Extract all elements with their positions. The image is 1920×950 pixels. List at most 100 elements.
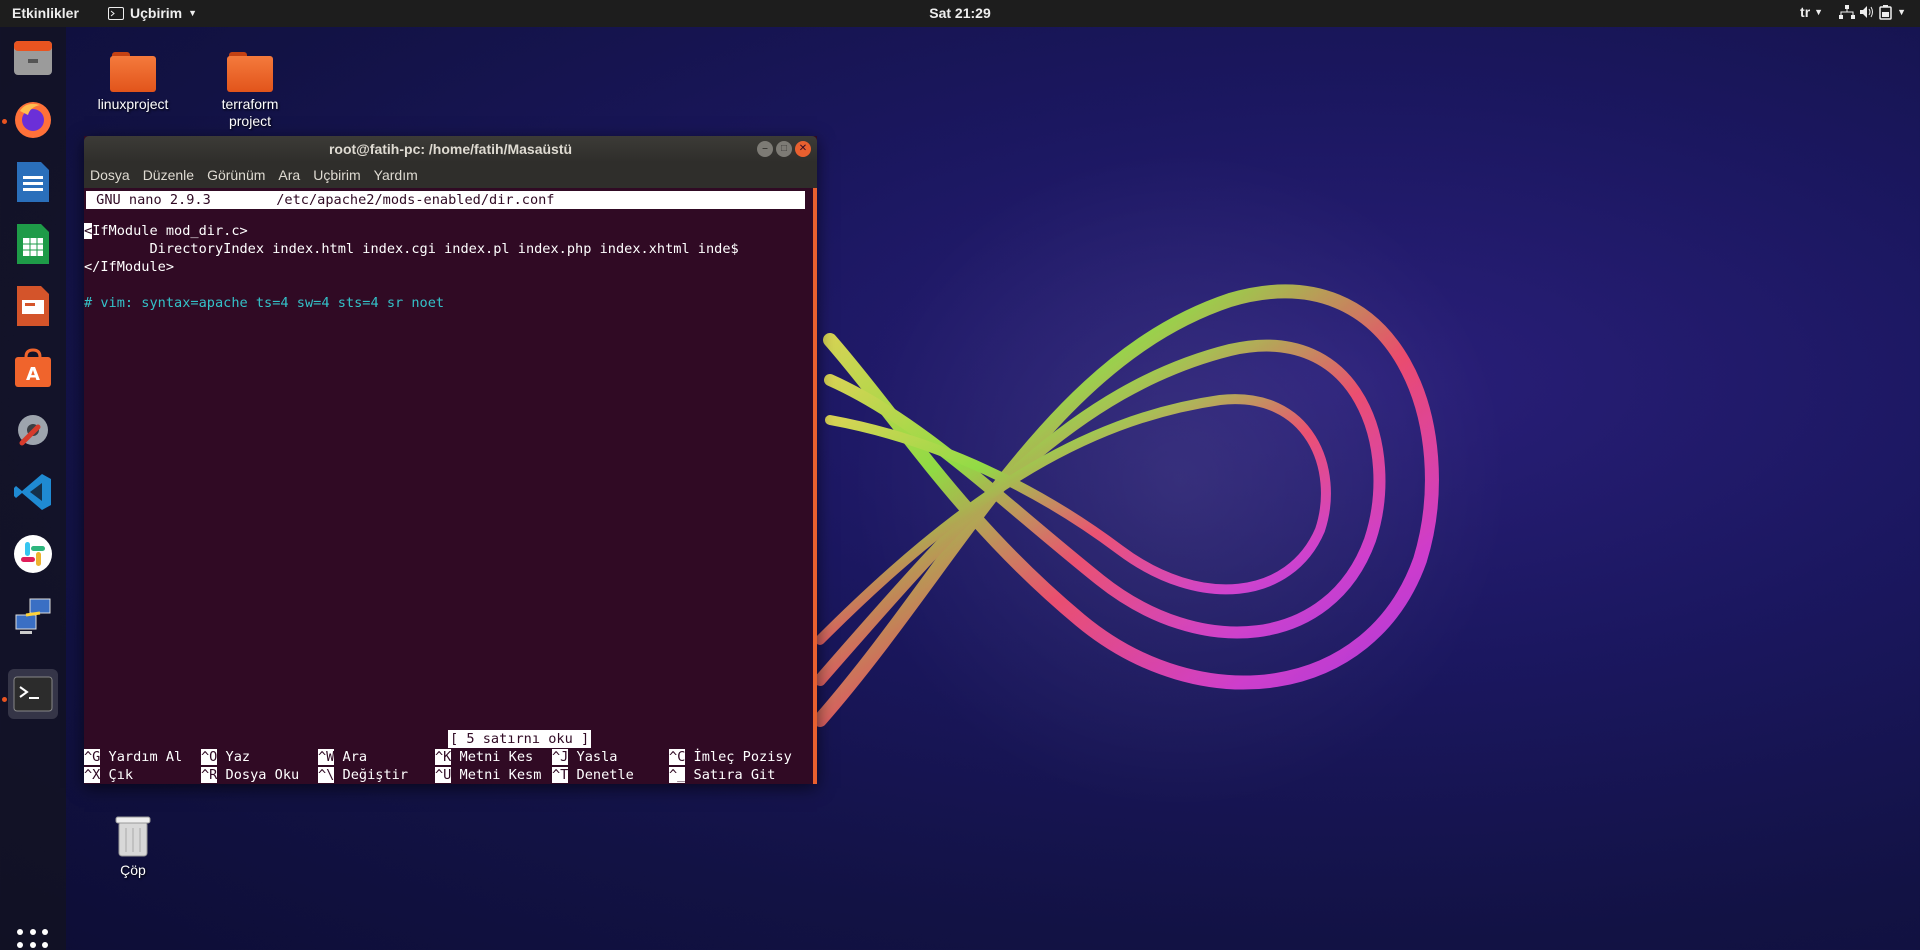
shortcut-goto-line: ^_ Satıra Git: [669, 766, 775, 784]
shortcut-key: ^R: [201, 767, 218, 783]
vscode-icon[interactable]: [8, 467, 58, 517]
shortcut-label: İmleç Pozisy: [685, 749, 792, 765]
chevron-down-icon: ▼: [1814, 7, 1824, 17]
terminal-window[interactable]: root@fatih-pc: /home/fatih/Masaüstü – □ …: [84, 136, 817, 784]
system-menu[interactable]: ▼: [1839, 4, 1906, 20]
window-edge: [813, 188, 817, 784]
top-bar: Etkinlikler Uçbirim ▼ Sat 21:29 tr ▼ ▼: [0, 0, 1920, 27]
shortcut-key: ^U: [435, 767, 452, 783]
impress-icon[interactable]: [8, 281, 58, 331]
chevron-down-icon: ▼: [188, 8, 198, 18]
file-line-comment: # vim: syntax=apache ts=4 sw=4 sts=4 sr …: [84, 295, 445, 311]
terminal-app-icon: [13, 676, 53, 712]
clock[interactable]: Sat 21:29: [929, 5, 990, 21]
shortcut-key: ^K: [435, 749, 452, 765]
shortcut-read-file: ^R Dosya Oku: [201, 766, 299, 784]
system-tray: tr ▼ ▼: [1800, 4, 1906, 20]
desktop-icon-label: Çöp: [120, 862, 146, 878]
menu-ucbirim[interactable]: Uçbirim: [313, 167, 360, 183]
battery-icon: [1879, 5, 1892, 20]
shortcut-label: Yasla: [568, 749, 618, 765]
shortcut-help: ^G Yardım Al: [84, 748, 182, 766]
shortcut-uncut: ^U Metni Kesm: [435, 766, 541, 784]
slack-logo-icon: [14, 535, 52, 573]
maximize-button[interactable]: □: [776, 141, 792, 157]
desktop-folder-terraform[interactable]: terraform project: [202, 52, 298, 130]
ubuntu-software-icon: A: [15, 348, 51, 387]
language-indicator[interactable]: tr ▼: [1800, 4, 1823, 20]
desktop-icon-label: terraform project: [221, 96, 279, 129]
menu-duzenle[interactable]: Düzenle: [143, 167, 194, 183]
shortcut-key: ^X: [84, 767, 101, 783]
firefox-icon[interactable]: [8, 95, 58, 145]
calc-icon[interactable]: [8, 219, 58, 269]
minimize-button[interactable]: –: [757, 141, 773, 157]
shortcut-label: Çık: [100, 767, 134, 783]
libreoffice-impress-icon: [17, 286, 49, 326]
running-indicator: [2, 119, 7, 124]
nano-status-message: [ 5 satırnı oku ]: [448, 730, 592, 748]
chevron-down-icon: ▼: [1897, 7, 1906, 17]
shortcut-label: Yardım Al: [100, 749, 183, 765]
file-line-1-text: IfModule mod_dir.c>: [92, 223, 248, 239]
shortcut-key: ^_: [669, 767, 686, 783]
network-icon: [1839, 5, 1856, 19]
shortcut-key: ^J: [552, 749, 569, 765]
software-icon[interactable]: A: [8, 343, 58, 393]
shortcut-label: Ara: [334, 749, 368, 765]
firefox-logo-icon: [15, 102, 51, 138]
shortcut-label: Metni Kes: [451, 749, 534, 765]
trash-icon: [113, 812, 153, 858]
show-applications-button[interactable]: [17, 929, 49, 950]
running-indicator: [2, 697, 7, 702]
language-label: tr: [1800, 4, 1811, 20]
menu-dosya[interactable]: Dosya: [90, 167, 130, 183]
shortcut-key: ^\: [318, 767, 335, 783]
file-line-3: </IfModule>: [84, 259, 175, 275]
slack-icon[interactable]: [8, 529, 58, 579]
shortcut-cut: ^K Metni Kes: [435, 748, 533, 766]
terminal-menubar: Dosya Düzenle Görünüm Ara Uçbirim Yardım: [84, 162, 817, 188]
folder-icon: [227, 52, 273, 92]
terminal-small-icon: [108, 6, 124, 20]
shortcut-replace: ^\ Değiştir: [318, 766, 408, 784]
shortcut-label: Metni Kesm: [451, 767, 542, 783]
files-icon[interactable]: [8, 33, 58, 83]
shortcut-spell: ^T Denetle: [552, 766, 634, 784]
app-menu-label: Uçbirim: [130, 5, 183, 21]
desktop-folder-linuxproject[interactable]: linuxproject: [85, 52, 181, 113]
file-line-1: <IfModule mod_dir.c>: [84, 222, 248, 240]
writer-icon[interactable]: [8, 157, 58, 207]
shortcut-label: Dosya Oku: [217, 767, 300, 783]
settings-icon[interactable]: [8, 405, 58, 455]
shortcut-key: ^G: [84, 749, 101, 765]
menu-yardim[interactable]: Yardım: [374, 167, 418, 183]
shortcut-key: ^O: [201, 749, 218, 765]
shortcut-label: Satıra Git: [685, 767, 776, 783]
window-title: root@fatih-pc: /home/fatih/Masaüstü: [328, 141, 573, 157]
shortcut-write: ^O Yaz: [201, 748, 250, 766]
terminal-content[interactable]: GNU nano 2.9.3 /etc/apache2/mods-enabled…: [84, 188, 817, 784]
libreoffice-writer-icon: [17, 162, 49, 202]
menu-gorunum[interactable]: Görünüm: [207, 167, 265, 183]
shortcut-cursor-pos: ^C İmleç Pozisy: [669, 748, 792, 766]
app-menu[interactable]: Uçbirim ▼: [108, 5, 197, 21]
network-tool-icon[interactable]: [8, 591, 58, 641]
shortcut-key: ^W: [318, 749, 335, 765]
shortcut-justify: ^J Yasla: [552, 748, 617, 766]
terminal-icon[interactable]: [8, 669, 58, 719]
shortcut-key: ^T: [552, 767, 569, 783]
remote-desktop-icon: [15, 598, 51, 634]
menu-ara[interactable]: Ara: [278, 167, 300, 183]
desktop-icon-label: linuxproject: [97, 96, 169, 112]
close-button[interactable]: ✕: [795, 141, 811, 157]
gear-icon: [18, 415, 48, 446]
folder-icon: [110, 52, 156, 92]
desktop-trash[interactable]: Çöp: [85, 812, 181, 879]
nano-header: GNU nano 2.9.3 /etc/apache2/mods-enabled…: [86, 191, 805, 209]
shortcut-key: ^C: [669, 749, 686, 765]
activities-button[interactable]: Etkinlikler: [12, 5, 79, 21]
libreoffice-calc-icon: [17, 224, 49, 264]
window-titlebar[interactable]: root@fatih-pc: /home/fatih/Masaüstü – □ …: [84, 136, 817, 162]
svg-text:A: A: [26, 364, 40, 385]
